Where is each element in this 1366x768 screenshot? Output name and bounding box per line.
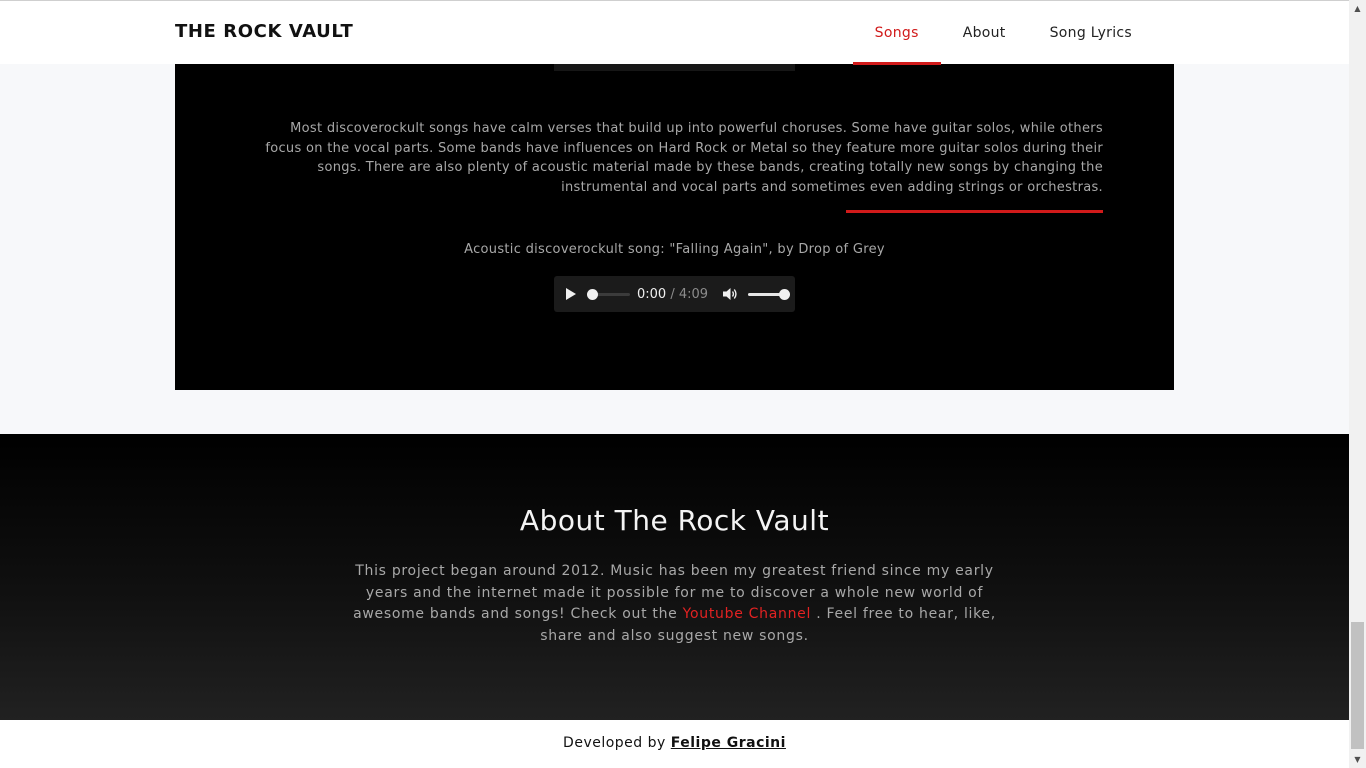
- footer-prefix: Developed by: [563, 735, 671, 751]
- youtube-channel-link[interactable]: Youtube Channel: [683, 606, 811, 622]
- nav-songs[interactable]: Songs: [852, 1, 941, 65]
- seek-slider[interactable]: [587, 289, 630, 300]
- mute-button[interactable]: [721, 285, 739, 303]
- play-button[interactable]: [560, 284, 580, 304]
- current-time: 0:00: [637, 287, 667, 302]
- time-display: 0:00 / 4:09: [637, 287, 708, 302]
- volume-thumb[interactable]: [779, 289, 790, 300]
- audio-player: 0:00 / 4:09: [554, 276, 795, 312]
- accent-divider: [846, 210, 1103, 213]
- site-brand[interactable]: THE ROCK VAULT: [175, 21, 353, 42]
- nav-about[interactable]: About: [941, 1, 1028, 65]
- seek-thumb[interactable]: [587, 289, 598, 300]
- songs-section: Most discoverockult songs have calm vers…: [175, 64, 1174, 390]
- song-caption: Acoustic discoverockult song: "Falling A…: [464, 242, 885, 257]
- time-separator: /: [666, 287, 679, 302]
- nav-song-lyrics[interactable]: Song Lyrics: [1028, 1, 1152, 65]
- volume-slider[interactable]: [748, 289, 790, 300]
- footer: Developed by Felipe Gracini: [0, 720, 1349, 768]
- scroll-thumb[interactable]: [1351, 622, 1364, 749]
- about-section: About The Rock Vault This project began …: [0, 434, 1349, 720]
- songs-description: Most discoverockult songs have calm vers…: [265, 121, 1103, 195]
- chevron-up-icon[interactable]: ▲: [1349, 0, 1366, 17]
- main-nav: Songs About Song Lyrics: [852, 1, 1152, 65]
- page-scrollbar[interactable]: ▲ ▼: [1349, 0, 1366, 768]
- duration: 4:09: [678, 287, 709, 302]
- play-icon: [566, 288, 576, 300]
- previous-audio-player[interactable]: [554, 64, 795, 71]
- chevron-down-icon[interactable]: ▼: [1349, 751, 1366, 768]
- developer-link[interactable]: Felipe Gracini: [671, 735, 786, 751]
- about-title: About The Rock Vault: [519, 504, 830, 537]
- navbar: THE ROCK VAULT Songs About Song Lyrics: [0, 0, 1349, 65]
- volume-icon: [723, 288, 737, 300]
- about-text: This project began around 2012. Music ha…: [340, 561, 1009, 647]
